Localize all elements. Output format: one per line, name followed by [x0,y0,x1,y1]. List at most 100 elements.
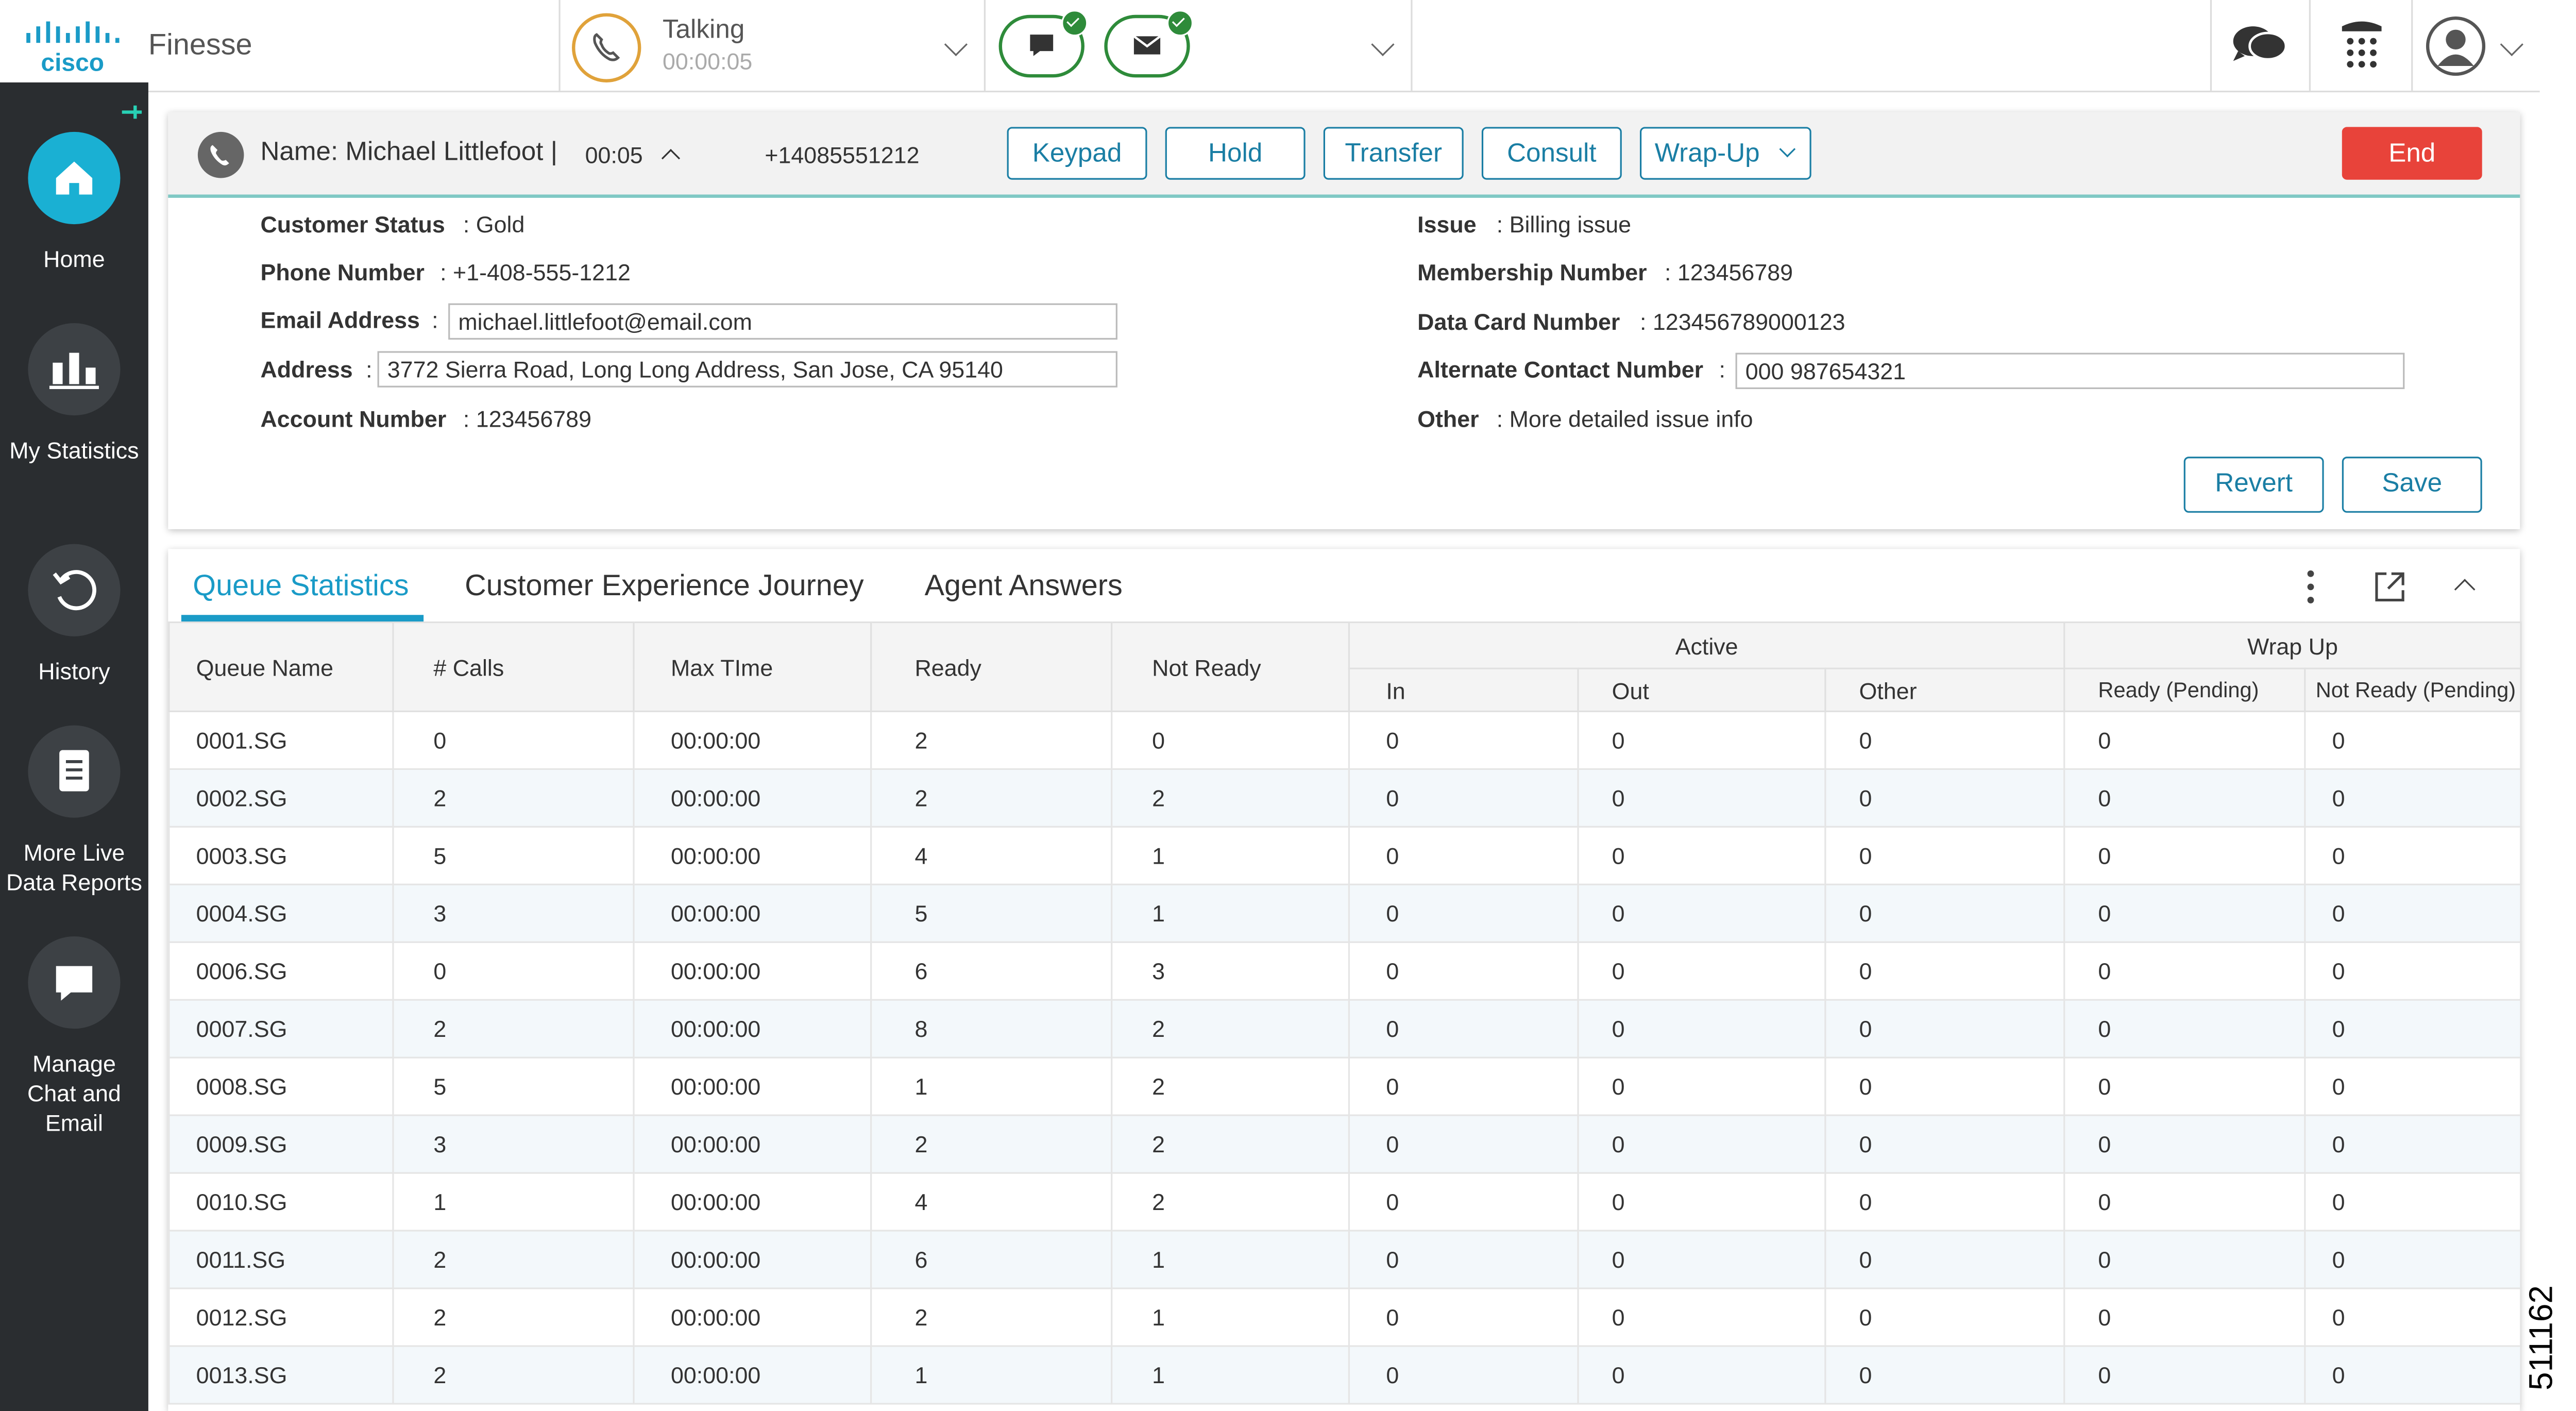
state-dropdown-chevron-icon[interactable] [944,32,968,56]
hold-button[interactable]: Hold [1165,127,1306,180]
channel-dropdown-chevron-icon[interactable] [1371,32,1395,56]
address-field[interactable]: 3772 Sierra Road, Long Long Address, San… [377,351,1117,388]
table-row[interactable]: 0009.SG 3 00:00:00 2 2 0 0 0 0 0 [168,1114,2522,1174]
queue-table-body: 0001.SG 0 00:00:00 2 0 0 0 0 0 0 0002.SG 2 00:00:00 2… [168,710,2522,1405]
table-row[interactable]: 0002.SG 2 00:00:00 2 2 0 0 0 0 0 [168,768,2522,828]
keypad-button[interactable]: Keypad [1007,127,1147,180]
table-row[interactable]: 0012.SG 2 00:00:00 2 1 0 0 0 0 0 [168,1287,2522,1347]
table-row[interactable]: 0013.SG 2 00:00:00 1 1 0 0 0 0 0 [168,1345,2522,1405]
table-cell: 0 [1348,710,1579,770]
table-row[interactable]: 0008.SG 5 00:00:00 1 2 0 0 0 0 0 [168,1056,2522,1116]
end-call-button[interactable]: End [2342,127,2482,180]
transfer-button[interactable]: Transfer [1323,127,1464,180]
figure-id: 511162 [2523,1285,2561,1391]
collapse-chevron-icon[interactable] [661,149,681,168]
table-cell: 0006.SG [168,941,394,1001]
team-message-icon[interactable] [2228,20,2291,72]
chat-channel-status[interactable] [998,10,1088,78]
table-cell: 0012.SG [168,1287,394,1347]
wrap-up-button[interactable]: Wrap-Up [1640,127,1811,180]
revert-button[interactable]: Revert [2183,457,2324,513]
table-cell: 0 [2063,883,2306,943]
header-ready[interactable]: Ready [870,621,1113,712]
tab-agent-answers[interactable]: Agent Answers [925,569,1123,603]
table-cell: 6 [870,1230,1113,1289]
table-cell: 0002.SG [168,768,394,828]
home-icon [28,131,121,225]
history-icon [28,544,121,636]
tab-customer-experience-journey[interactable]: Customer Experience Journey [465,569,864,603]
email-channel-status[interactable] [1104,10,1194,78]
header-max-time[interactable]: Max TIme [633,621,872,712]
app-name: Finesse [148,28,252,61]
check-icon [1166,10,1194,37]
table-cell: 00:00:00 [633,710,872,770]
table-cell: 0 [1577,999,1826,1059]
sidebar: Home My Statistics History More Live Dat… [0,82,148,1411]
table-cell: 0003.SG [168,826,394,885]
table-row[interactable]: 0011.SG 2 00:00:00 6 1 0 0 0 0 0 [168,1230,2522,1289]
table-cell: 0 [1824,826,2065,885]
table-cell: 0004.SG [168,883,394,943]
table-row[interactable]: 0007.SG 2 00:00:00 8 2 0 0 0 0 0 [168,999,2522,1059]
table-row[interactable]: 0003.SG 5 00:00:00 4 1 0 0 0 0 0 [168,826,2522,885]
table-cell: 0 [1348,1345,1579,1405]
table-cell: 1 [1111,1287,1350,1347]
table-cell: 0 [1348,883,1579,943]
collapse-panel-icon[interactable] [2454,579,2476,600]
tab-queue-statistics[interactable]: Queue Statistics [193,569,409,603]
header-queue-name[interactable]: Queue Name [168,621,394,712]
header-calls[interactable]: # Calls [392,621,635,712]
table-cell: 0010.SG [168,1172,394,1232]
cisco-logo-text: cisco [41,49,104,76]
alternate-contact-field[interactable]: 000 987654321 [1735,352,2405,389]
table-cell: 0 [1577,1114,1826,1174]
user-menu-chevron-icon[interactable] [2500,32,2523,56]
table-cell: 1 [1111,1345,1350,1405]
header-not-ready-pending[interactable]: Not Ready (Pending) [2304,667,2522,712]
data-card-number-label: Data Card Number [1417,308,1620,335]
header-ready-pending[interactable]: Ready (Pending) [2063,667,2306,712]
table-cell: 1 [1111,1230,1350,1289]
table-cell: 00:00:00 [633,1114,872,1174]
dialpad-icon[interactable] [2332,16,2392,76]
table-cell: 00:00:00 [633,1172,872,1232]
table-row[interactable]: 0004.SG 3 00:00:00 5 1 0 0 0 0 0 [168,883,2522,943]
call-state-indicator[interactable] [572,13,641,82]
table-cell: 0 [2304,768,2522,828]
table-cell: 0009.SG [168,1114,394,1174]
table-row[interactable]: 0006.SG 0 00:00:00 6 3 0 0 0 0 0 [168,941,2522,1001]
sidebar-item-manage-chat-email[interactable]: Manage Chat and Email [0,936,148,1137]
membership-number-label: Membership Number [1417,259,1647,285]
table-row[interactable]: 0001.SG 0 00:00:00 2 0 0 0 0 0 0 [168,710,2522,770]
call-control-panel: Name: Michael Littlefoot | 00:05 +140855… [168,112,2520,529]
table-cell: 00:00:00 [633,1287,872,1347]
table-cell: 0 [1824,1230,2065,1289]
sidebar-item-home[interactable]: Home [0,131,148,274]
header-in[interactable]: In [1348,667,1579,712]
pin-icon[interactable] [121,99,144,119]
table-cell: 0 [1824,999,2065,1059]
queue-statistics-table: Queue Name # Calls Max TIme Ready Not Re… [168,621,2522,1405]
user-avatar-icon[interactable] [2426,16,2486,76]
sidebar-item-history[interactable]: History [0,544,148,686]
pop-out-icon[interactable] [2374,570,2406,603]
header-out[interactable]: Out [1577,667,1826,712]
table-cell: 0 [2304,999,2522,1059]
table-cell: 2 [1111,768,1350,828]
table-cell: 0 [1577,826,1826,885]
header-other[interactable]: Other [1824,667,2065,712]
more-options-icon[interactable] [2304,567,2317,607]
table-cell: 00:00:00 [633,999,872,1059]
table-row[interactable]: 0010.SG 1 00:00:00 4 2 0 0 0 0 0 [168,1172,2522,1232]
sidebar-item-label: More Live Data Reports [6,839,142,896]
sidebar-item-more-reports[interactable]: More Live Data Reports [0,725,148,897]
save-button[interactable]: Save [2342,457,2482,513]
table-cell: 00:00:00 [633,1056,872,1116]
table-cell: 0 [2304,941,2522,1001]
table-cell: 3 [1111,941,1350,1001]
sidebar-item-my-statistics[interactable]: My Statistics [0,323,148,465]
consult-button[interactable]: Consult [1481,127,1622,180]
email-field[interactable]: michael.littlefoot@email.com [448,303,1117,340]
header-not-ready[interactable]: Not Ready [1111,621,1350,712]
